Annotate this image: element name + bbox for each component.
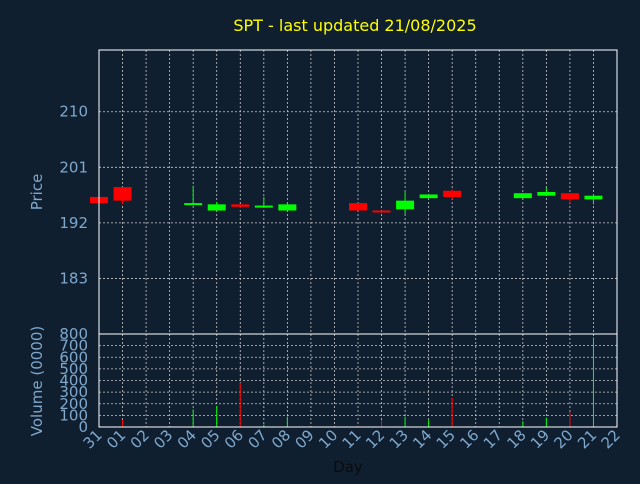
candle-body xyxy=(254,205,273,208)
candle-body xyxy=(372,210,391,213)
candle-body xyxy=(349,203,367,211)
candle-body xyxy=(443,190,462,197)
price-tick-label: 201 xyxy=(59,158,88,176)
candle-body xyxy=(537,192,556,196)
chart-background xyxy=(0,0,640,480)
candle-body xyxy=(231,204,250,207)
chart-stage: SPT - last updated 21/08/2025 Price Volu… xyxy=(0,0,640,480)
stock-chart: SPT - last updated 21/08/2025 Price Volu… xyxy=(0,0,640,480)
chart-title: SPT - last updated 21/08/2025 xyxy=(233,16,476,35)
candle-body xyxy=(513,193,532,199)
price-axis-label: Price xyxy=(28,174,46,211)
candle-body xyxy=(278,204,297,211)
candle-body xyxy=(184,203,203,206)
candle-body xyxy=(560,193,579,200)
candle-body xyxy=(396,200,415,210)
candle-body xyxy=(113,187,132,201)
price-tick-label: 210 xyxy=(59,103,88,121)
x-axis-label: Day xyxy=(333,458,363,476)
x-tick-labels: 3101020304050607080910111213141516171819… xyxy=(80,426,624,452)
volume-tick-label: 800 xyxy=(59,325,88,343)
price-tick-label: 183 xyxy=(59,269,88,287)
volume-axis-label: Volume (0000) xyxy=(28,326,46,436)
candle-body xyxy=(419,194,438,199)
price-tick-label: 192 xyxy=(59,214,88,232)
volume-tick-labels: 0100200300400500600700800 xyxy=(59,325,88,436)
candle-body xyxy=(584,195,603,200)
candle-body xyxy=(207,204,226,211)
